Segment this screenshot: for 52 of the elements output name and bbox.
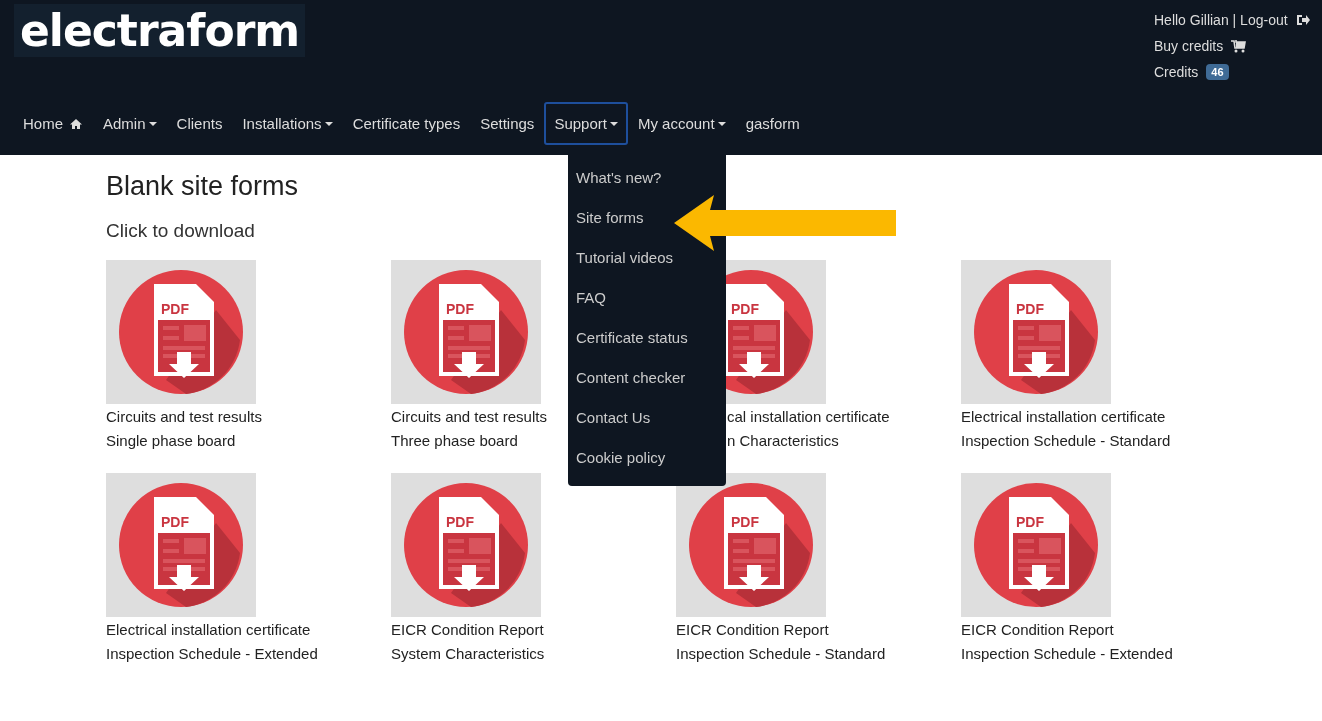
logout-icon [1295, 14, 1310, 26]
subtitle: Click to download [106, 220, 255, 242]
menu-item[interactable]: Tutorial videos [568, 238, 673, 278]
caret-icon [148, 121, 157, 126]
greeting-link[interactable]: Hello Gillian | Log-out [1154, 12, 1288, 28]
form-caption[interactable]: cal installation certificate [727, 405, 890, 429]
form-caption[interactable]: Electrical installation certificate [961, 405, 1166, 429]
nav-link[interactable]: Admin [93, 102, 167, 145]
caret-icon [717, 121, 726, 126]
pdf-download-icon[interactable]: PDF [106, 260, 256, 404]
menu-item[interactable]: FAQ [568, 278, 606, 318]
form-caption[interactable]: EICR Condition Report [961, 618, 1114, 642]
form-caption[interactable]: Inspection Schedule - Standard [961, 429, 1171, 453]
form-caption[interactable]: Circuits and test results [391, 405, 547, 429]
nav-link[interactable]: Clients [166, 102, 233, 145]
pdf-download-icon[interactable]: PDF [961, 473, 1111, 617]
page-title: Blank site forms [106, 171, 299, 202]
pdf-download-icon[interactable]: PDF [391, 473, 541, 617]
form-caption[interactable]: System Characteristics [391, 642, 545, 666]
home-icon [69, 117, 83, 130]
form-caption[interactable]: Inspection Schedule - Standard [676, 642, 886, 666]
pdf-download-icon[interactable]: PDF [961, 260, 1111, 404]
form-caption[interactable]: Single phase board [106, 429, 236, 453]
buy-credits-link[interactable]: Buy credits [1154, 38, 1224, 54]
form-caption[interactable]: Three phase board [391, 429, 518, 453]
cart-icon [1231, 39, 1247, 53]
nav-link[interactable]: Home [13, 102, 93, 145]
credits-badge: 46 [1206, 64, 1229, 80]
form-caption[interactable]: EICR Condition Report [676, 618, 829, 642]
form-caption[interactable]: Electrical installation certificate [106, 618, 311, 642]
menu-item[interactable]: What's new? [568, 158, 662, 198]
menu-item[interactable]: Cookie policy [568, 438, 666, 478]
logo[interactable]: electraform [14, 4, 306, 57]
nav-link[interactable]: Certificate types [342, 102, 471, 145]
nav-link[interactable]: My account [627, 102, 736, 145]
credits-label: Credits [1154, 64, 1199, 80]
menu-item[interactable]: Site forms [568, 198, 644, 238]
pdf-download-icon[interactable]: PDF [676, 473, 826, 617]
caret-icon [324, 121, 333, 126]
nav-link[interactable]: Support [544, 102, 628, 145]
form-caption[interactable]: Inspection Schedule - Extended [106, 642, 318, 666]
nav-link[interactable]: Settings [470, 102, 545, 145]
pdf-download-icon[interactable]: PDF [391, 260, 541, 404]
form-caption[interactable]: n Characteristics [727, 429, 839, 453]
form-caption[interactable]: Circuits and test results [106, 405, 262, 429]
menu-item[interactable]: Contact Us [568, 398, 651, 438]
nav-link[interactable]: gasform [735, 102, 810, 145]
pdf-download-icon[interactable]: PDF [106, 473, 256, 617]
form-caption[interactable]: Inspection Schedule - Extended [961, 642, 1173, 666]
form-caption[interactable]: EICR Condition Report [391, 618, 544, 642]
nav-link[interactable]: Installations [232, 102, 343, 145]
caret-icon [609, 121, 618, 126]
